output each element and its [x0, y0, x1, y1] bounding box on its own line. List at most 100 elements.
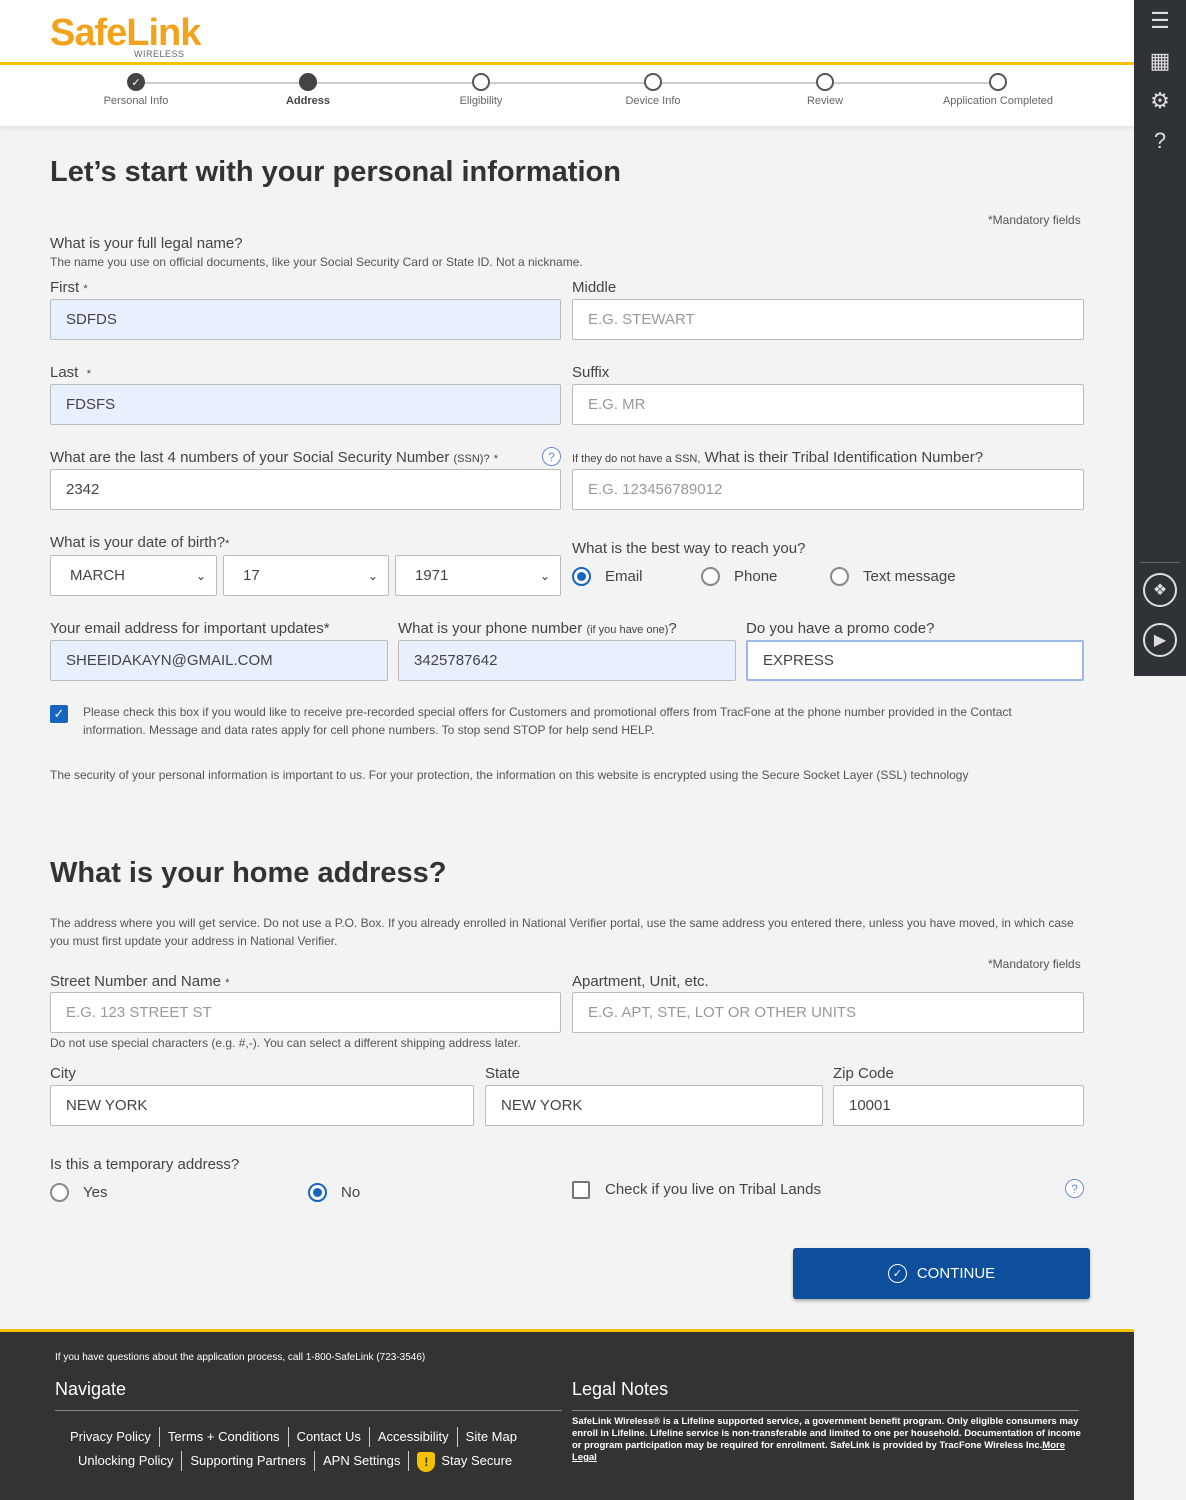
state-input[interactable]: NEW YORK	[485, 1085, 823, 1126]
settings-icon[interactable]: ⚙	[1134, 88, 1186, 114]
suffix-input[interactable]: E.G. MR	[572, 384, 1084, 425]
menu-icon[interactable]: ☰	[1134, 8, 1186, 34]
tribal-lands-label: Check if you live on Tribal Lands	[605, 1181, 821, 1198]
address-heading: What is your home address?	[50, 857, 447, 889]
name-question: What is your full legal name?	[50, 235, 243, 252]
help-icon[interactable]: ?	[1134, 128, 1186, 154]
step-dot	[989, 73, 1007, 91]
address-intro: The address where you will get service. …	[50, 916, 1074, 948]
dob-year-select[interactable]: 1971 ⌄	[395, 555, 561, 596]
contact-us-link[interactable]: Contact Us	[289, 1427, 370, 1447]
consent-checkbox[interactable]: ✓	[50, 705, 68, 723]
site-map-link[interactable]: Site Map	[458, 1427, 525, 1447]
privacy-policy-link[interactable]: Privacy Policy	[62, 1427, 160, 1447]
header: SafeLink WIRELESS ✓ Personal Info Addres…	[0, 0, 1134, 126]
continue-button[interactable]: ✓ CONTINUE	[793, 1248, 1090, 1299]
middle-name-input[interactable]: E.G. STEWART	[572, 299, 1084, 340]
unlocking-policy-link[interactable]: Unlocking Policy	[70, 1451, 183, 1472]
check-icon: ✓	[127, 73, 145, 91]
step-dot-active	[299, 73, 317, 91]
footer: If you have questions about the applicat…	[0, 1329, 1134, 1500]
shield-icon: !	[417, 1451, 436, 1472]
email-input[interactable]: SHEEIDAKAYN@GMAIL.COM	[50, 640, 388, 681]
reach-text-radio[interactable]	[830, 567, 849, 586]
last-name-input[interactable]: FDSFS	[50, 384, 561, 425]
legal-notes-text: SafeLink Wireless® is a Lifeline support…	[572, 1416, 1081, 1463]
state-label: State	[485, 1065, 521, 1082]
apartment-input[interactable]: E.G. APT, STE, LOT OR OTHER UNITS	[572, 992, 1084, 1033]
name-hint: The name you use on official documents, …	[50, 255, 583, 269]
widget-icon[interactable]: ❖	[1143, 573, 1177, 607]
ssn-help-icon[interactable]: ?	[542, 447, 561, 466]
email-label: Your email address for important updates…	[50, 620, 330, 637]
navigate-heading: Navigate	[55, 1379, 127, 1399]
step-dot	[816, 73, 834, 91]
security-note: The security of your personal informatio…	[50, 768, 969, 782]
header-accent-line	[0, 62, 1134, 65]
reach-email-radio[interactable]	[572, 567, 591, 586]
chevron-down-icon: ⌄	[195, 568, 206, 583]
play-icon[interactable]: ▶	[1143, 623, 1177, 657]
reach-phone-radio[interactable]	[701, 567, 720, 586]
mandatory-note: *Mandatory fields	[988, 213, 1081, 227]
legal-rule	[572, 1410, 1079, 1411]
street-input[interactable]: E.G. 123 STREET ST	[50, 992, 561, 1033]
mandatory-note-address: *Mandatory fields	[988, 957, 1081, 971]
step-device-info: Device Info	[573, 73, 733, 107]
tribal-lands-checkbox[interactable]	[572, 1181, 590, 1199]
tribal-id-input[interactable]: E.G. 123456789012	[572, 469, 1084, 510]
reach-email-label: Email	[605, 568, 643, 585]
promo-label: Do you have a promo code?	[746, 620, 935, 637]
phone-input[interactable]: 3425787642	[398, 640, 736, 681]
chevron-down-icon: ⌄	[367, 568, 378, 583]
apps-grid-icon[interactable]: ▦	[1134, 48, 1186, 74]
check-circle-icon: ✓	[887, 1264, 907, 1283]
dob-label: What is your date of birth?*	[50, 534, 230, 551]
zip-input[interactable]: 10001	[833, 1085, 1084, 1126]
temporary-no-radio[interactable]	[308, 1183, 327, 1202]
city-input[interactable]: NEW YORK	[50, 1085, 474, 1126]
ssn-label: What are the last 4 numbers of your Soci…	[50, 449, 499, 466]
supporting-partners-link[interactable]: Supporting Partners	[182, 1451, 315, 1472]
ssn-input[interactable]: 2342	[50, 469, 561, 510]
reach-phone-label: Phone	[734, 568, 778, 585]
temporary-yes-radio[interactable]	[50, 1183, 69, 1202]
apn-settings-link[interactable]: APN Settings	[315, 1451, 410, 1472]
street-note: Do not use special characters (e.g. #,-)…	[50, 1036, 521, 1050]
first-name-label: First *	[50, 279, 88, 296]
first-name-input[interactable]: SDFDS	[50, 299, 561, 340]
street-label: Street Number and Name *	[50, 973, 230, 990]
footer-links-row1: Privacy Policy Terms + Conditions Contac…	[62, 1427, 525, 1447]
apartment-label: Apartment, Unit, etc.	[572, 973, 709, 990]
promo-code-input[interactable]: EXPRESS	[746, 640, 1084, 681]
logo-subtitle: WIRELESS	[134, 49, 185, 59]
city-label: City	[50, 1065, 76, 1082]
dob-month-select[interactable]: MARCH ⌄	[50, 555, 217, 596]
step-dot	[644, 73, 662, 91]
zip-label: Zip Code	[833, 1065, 894, 1082]
step-personal-info: ✓ Personal Info	[56, 73, 216, 107]
step-address: Address	[228, 73, 388, 107]
right-toolbar: ☰ ▦ ⚙ ? ❖ ▶	[1134, 0, 1186, 676]
last-name-label: Last *	[50, 364, 91, 381]
suffix-label: Suffix	[572, 364, 610, 381]
accessibility-link[interactable]: Accessibility	[370, 1427, 458, 1447]
navigate-rule	[55, 1410, 562, 1411]
reach-text-label: Text message	[863, 568, 956, 585]
tribal-id-label: If they do not have a SSN, What is their…	[572, 449, 984, 466]
toolbar-divider	[1140, 562, 1180, 563]
legal-heading: Legal Notes	[572, 1379, 669, 1399]
footer-contact-line: If you have questions about the applicat…	[55, 1352, 426, 1363]
step-review: Review	[745, 73, 905, 107]
dob-day-select[interactable]: 17 ⌄	[223, 555, 389, 596]
step-eligibility: Eligibility	[401, 73, 561, 107]
consent-text: Please check this box if you would like …	[83, 705, 1012, 737]
step-dot	[472, 73, 490, 91]
temporary-no-label: No	[341, 1184, 361, 1201]
middle-name-label: Middle	[572, 279, 617, 296]
stay-secure-link[interactable]: ! Stay Secure	[409, 1451, 520, 1472]
temporary-address-label: Is this a temporary address?	[50, 1156, 240, 1173]
personal-info-heading: Let’s start with your personal informati…	[50, 156, 621, 188]
terms-link[interactable]: Terms + Conditions	[160, 1427, 289, 1447]
tribal-help-icon[interactable]: ?	[1065, 1179, 1084, 1198]
